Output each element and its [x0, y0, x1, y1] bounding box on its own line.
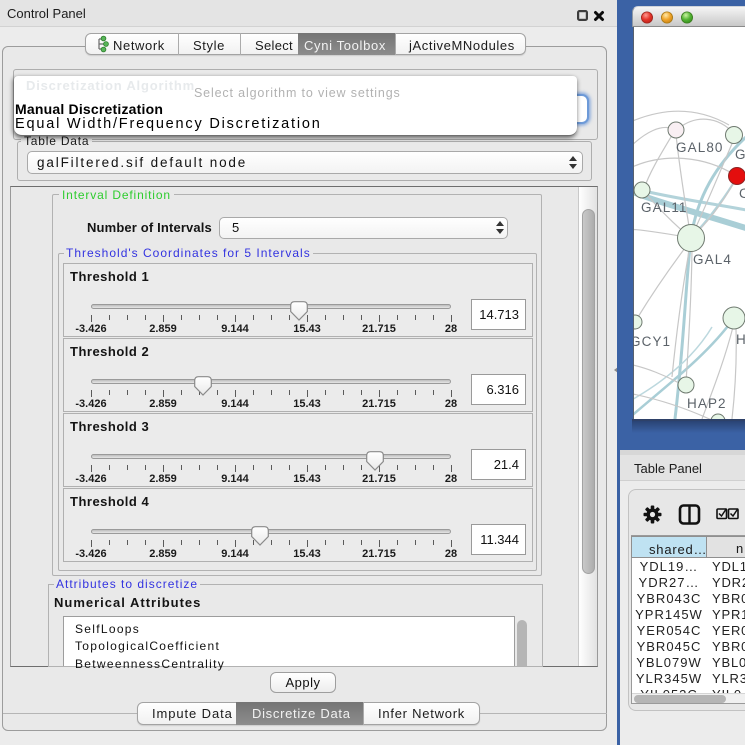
svg-text:GA: GA [735, 147, 745, 162]
svg-text:C: C [739, 186, 745, 201]
svg-text:H: H [736, 332, 745, 347]
svg-text:GAL11: GAL11 [641, 200, 688, 215]
svg-text:GAL4: GAL4 [693, 252, 732, 267]
svg-text:GCY1: GCY1 [634, 334, 671, 349]
svg-text:HAP2: HAP2 [687, 396, 727, 411]
svg-text:GAL80: GAL80 [676, 140, 724, 155]
